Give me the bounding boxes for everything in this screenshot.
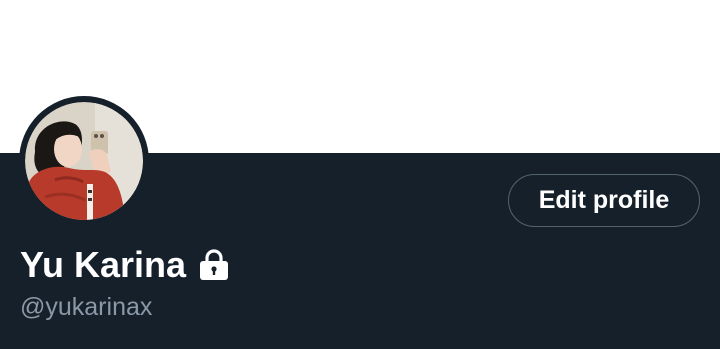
display-name: Yu Karina bbox=[20, 244, 187, 285]
lock-icon bbox=[200, 249, 229, 280]
avatar[interactable] bbox=[19, 96, 149, 226]
name-row: Yu Karina bbox=[20, 243, 229, 287]
edit-profile-button[interactable]: Edit profile bbox=[508, 174, 700, 227]
profile-photo bbox=[25, 102, 143, 220]
username-handle: @yukarinax bbox=[20, 293, 153, 321]
